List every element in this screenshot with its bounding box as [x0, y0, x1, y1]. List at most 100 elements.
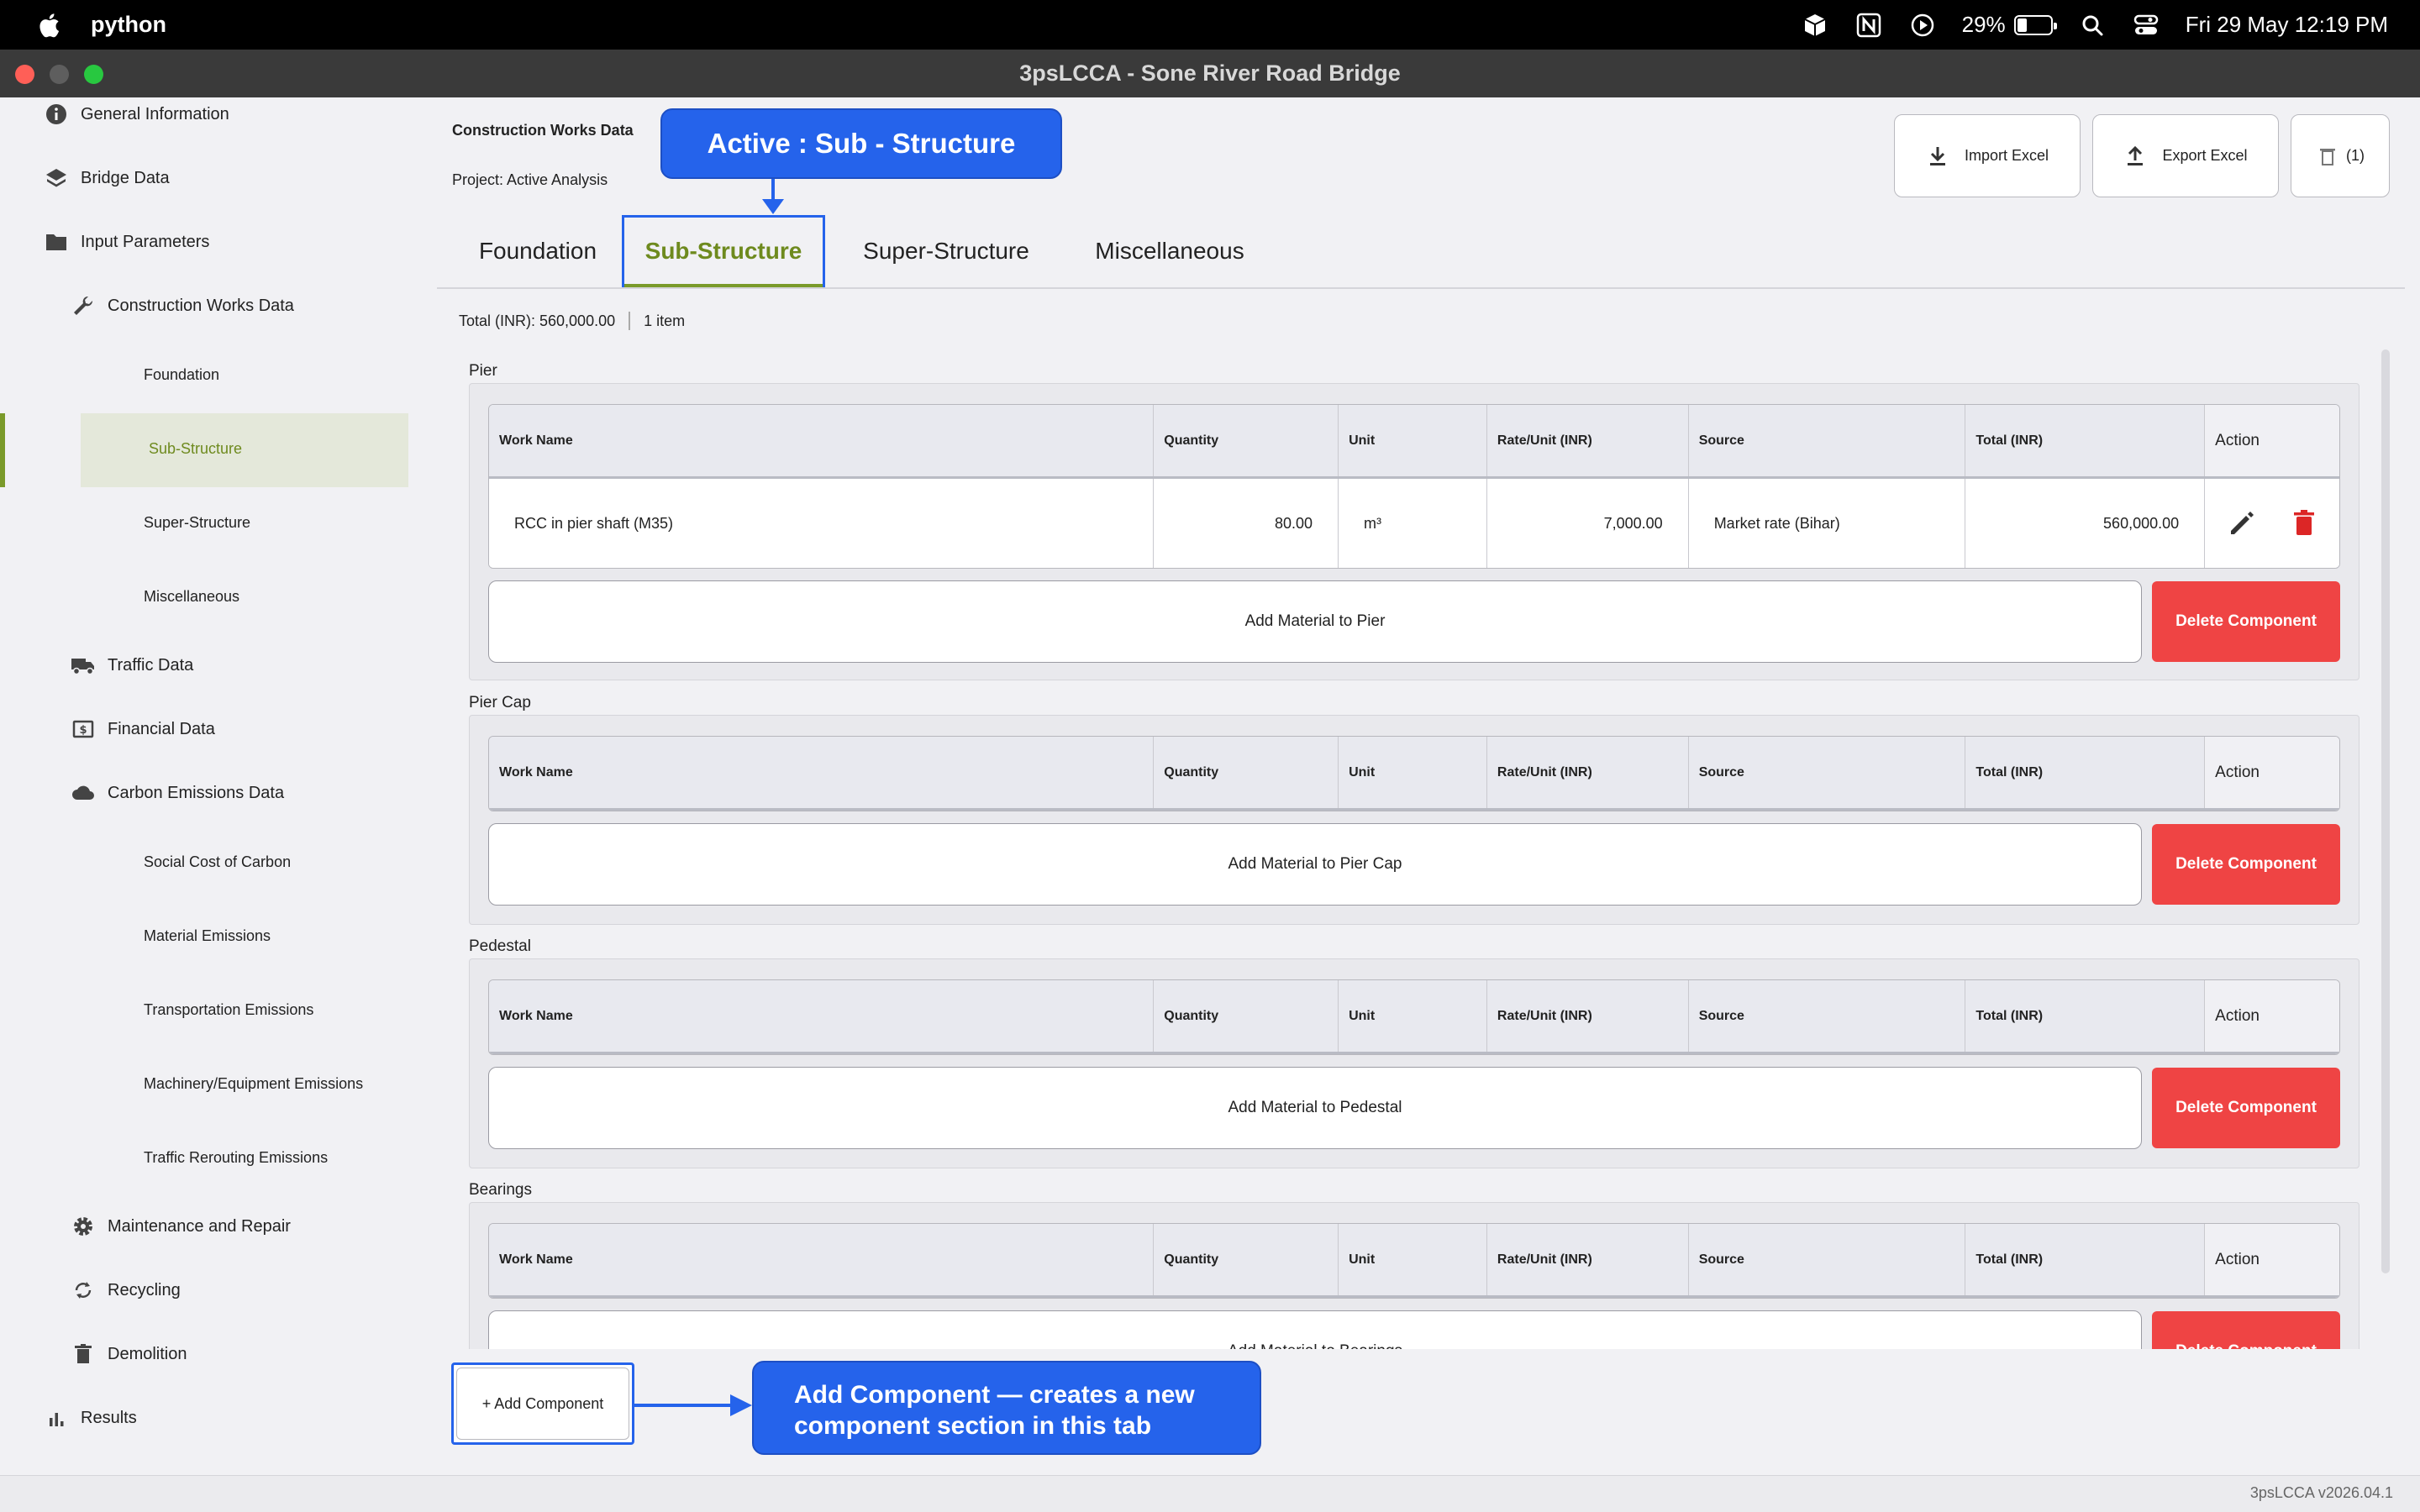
sidebar-item-material-emissions[interactable]: Material Emissions: [144, 927, 271, 945]
section-bearings: Work Name Quantity Unit Rate/Unit (INR) …: [469, 1202, 2360, 1349]
col-unit: Unit: [1339, 980, 1487, 1052]
materials-table-pier: Work Name Quantity Unit Rate/Unit (INR) …: [488, 404, 2340, 569]
delete-component-pier-cap-button[interactable]: Delete Component: [2152, 824, 2340, 905]
col-action: Action: [2205, 1224, 2339, 1295]
sidebar-item-recycling[interactable]: Recycling: [71, 1278, 181, 1303]
summary-item-count: 1 item: [644, 312, 686, 329]
col-unit: Unit: [1339, 405, 1487, 476]
gear-icon: [71, 1214, 96, 1239]
table-row[interactable]: RCC in pier shaft (M35) 80.00 m³ 7,000.0…: [489, 479, 2339, 568]
import-excel-button[interactable]: Import Excel: [1894, 114, 2081, 197]
export-excel-label: Export Excel: [2162, 147, 2248, 164]
callout-arrow-down-icon: [762, 179, 784, 214]
sidebar-item-sub-structure[interactable]: Sub-Structure: [149, 440, 242, 458]
col-work-name: Work Name: [489, 980, 1155, 1052]
wrench-icon: [71, 293, 96, 318]
tab-miscellaneous[interactable]: Miscellaneous: [1065, 215, 1274, 287]
search-icon[interactable]: [2078, 11, 2107, 39]
sidebar-item-label: General Information: [81, 104, 229, 123]
sidebar-item-financial-data[interactable]: $ Financial Data: [71, 717, 215, 742]
sidebar-item-construction-works-data[interactable]: Construction Works Data: [71, 293, 294, 318]
export-excel-button[interactable]: Export Excel: [2092, 114, 2279, 197]
col-total: Total (INR): [1965, 980, 2206, 1052]
app-version: 3psLCCA v2026.04.1: [2249, 1484, 2393, 1501]
control-center-icon[interactable]: [2132, 11, 2160, 39]
sidebar-item-label: Input Parameters: [81, 232, 210, 251]
sidebar-item-foundation[interactable]: Foundation: [144, 366, 219, 384]
col-work-name: Work Name: [489, 737, 1155, 808]
trash-bin-button[interactable]: (1): [2291, 114, 2390, 197]
tab-sub-structure-label: Sub-Structure: [644, 238, 802, 264]
apple-icon[interactable]: [35, 11, 60, 39]
active-tab-callout: Active : Sub - Structure: [660, 108, 1062, 179]
sidebar-item-carbon-emissions-data[interactable]: Carbon Emissions Data: [71, 780, 284, 806]
tab-super-structure[interactable]: Super-Structure: [837, 215, 1055, 287]
recycle-icon: [71, 1278, 96, 1303]
cube-icon[interactable]: [1801, 11, 1829, 39]
app-name[interactable]: python: [91, 12, 166, 38]
tab-foundation[interactable]: Foundation: [447, 215, 629, 287]
sidebar-item-label: Financial Data: [108, 719, 215, 738]
zoom-window-button[interactable]: [84, 65, 103, 84]
sidebar-item-traffic-data[interactable]: Traffic Data: [71, 653, 193, 678]
add-component-callout-line1: Add Component — creates a new: [794, 1381, 1195, 1409]
col-unit: Unit: [1339, 1224, 1487, 1295]
sidebar-item-label: Maintenance and Repair: [108, 1216, 291, 1236]
project-name: Project: Active Analysis: [452, 171, 608, 188]
delete-trash-icon[interactable]: [2291, 508, 2317, 538]
materials-table-pier-cap: Work Name Quantity Unit Rate/Unit (INR) …: [488, 736, 2340, 811]
play-circle-icon[interactable]: [1908, 11, 1937, 39]
edit-pencil-icon[interactable]: [2227, 508, 2257, 538]
table-header: Work Name Quantity Unit Rate/Unit (INR) …: [489, 737, 2339, 811]
sidebar-item-label: Results: [81, 1408, 137, 1427]
add-material-pedestal-button[interactable]: Add Material to Pedestal: [488, 1067, 2142, 1149]
sidebar-item-results[interactable]: Results: [44, 1405, 137, 1431]
sidebar-item-super-structure[interactable]: Super-Structure: [144, 514, 250, 532]
delete-component-pedestal-button[interactable]: Delete Component: [2152, 1068, 2340, 1148]
cell-unit: m³: [1339, 479, 1487, 568]
components-scroll-area[interactable]: Pier Work Name Quantity Unit Rate/Unit (…: [454, 353, 2378, 1349]
sidebar-item-demolition[interactable]: Demolition: [71, 1341, 187, 1367]
notion-icon[interactable]: [1854, 11, 1883, 39]
add-component-callout: Add Component — creates a new component …: [752, 1361, 1261, 1455]
vertical-scrollbar[interactable]: [2381, 349, 2390, 1273]
sidebar-item-machinery-emissions[interactable]: Machinery/Equipment Emissions: [144, 1075, 363, 1093]
delete-component-pier-button[interactable]: Delete Component: [2152, 581, 2340, 662]
sidebar-item-transportation-emissions[interactable]: Transportation Emissions: [144, 1001, 313, 1019]
cell-actions: [2205, 479, 2339, 568]
close-window-button[interactable]: [15, 65, 34, 84]
sidebar: General Information Bridge Data Input Pa…: [0, 97, 420, 1475]
add-component-button[interactable]: + Add Component: [451, 1362, 634, 1445]
sidebar-item-label: Traffic Data: [108, 655, 194, 675]
table-header: Work Name Quantity Unit Rate/Unit (INR) …: [489, 405, 2339, 479]
bar-chart-icon: [44, 1405, 69, 1431]
sidebar-active-highlight: [81, 413, 408, 487]
add-material-pier-cap-button[interactable]: Add Material to Pier Cap: [488, 823, 2142, 906]
trash-icon: [71, 1341, 96, 1367]
sidebar-item-general-information[interactable]: General Information: [44, 102, 229, 127]
tab-sub-structure[interactable]: Sub-Structure: [622, 215, 825, 287]
add-material-bearings-button[interactable]: Add Material to Bearings: [488, 1310, 2142, 1349]
sidebar-item-miscellaneous[interactable]: Miscellaneous: [144, 588, 239, 606]
col-quantity: Quantity: [1154, 980, 1339, 1052]
menu-bar-clock[interactable]: Fri 29 May 12:19 PM: [2186, 12, 2388, 38]
battery-status[interactable]: 29%: [1962, 12, 2057, 38]
sidebar-item-maintenance-and-repair[interactable]: Maintenance and Repair: [71, 1214, 291, 1239]
sidebar-item-label: Bridge Data: [81, 168, 170, 187]
sidebar-item-social-cost-of-carbon[interactable]: Social Cost of Carbon: [144, 853, 291, 871]
sidebar-item-label: Recycling: [108, 1280, 181, 1299]
minimize-window-button[interactable]: [50, 65, 69, 84]
truck-icon: [71, 653, 96, 678]
materials-table-pedestal: Work Name Quantity Unit Rate/Unit (INR) …: [488, 979, 2340, 1055]
delete-component-bearings-button[interactable]: Delete Component: [2152, 1311, 2340, 1349]
sidebar-item-label: Demolition: [108, 1344, 187, 1363]
sidebar-item-input-parameters[interactable]: Input Parameters: [44, 229, 209, 255]
add-material-pier-button[interactable]: Add Material to Pier: [488, 580, 2142, 663]
battery-icon: [2013, 14, 2057, 35]
cell-source: Market rate (Bihar): [1689, 479, 1966, 568]
sidebar-item-traffic-rerouting-emissions[interactable]: Traffic Rerouting Emissions: [144, 1149, 328, 1167]
trash-icon: [2320, 148, 2335, 165]
sidebar-item-bridge-data[interactable]: Bridge Data: [44, 165, 170, 191]
col-quantity: Quantity: [1154, 1224, 1339, 1295]
layers-icon: [44, 165, 69, 191]
